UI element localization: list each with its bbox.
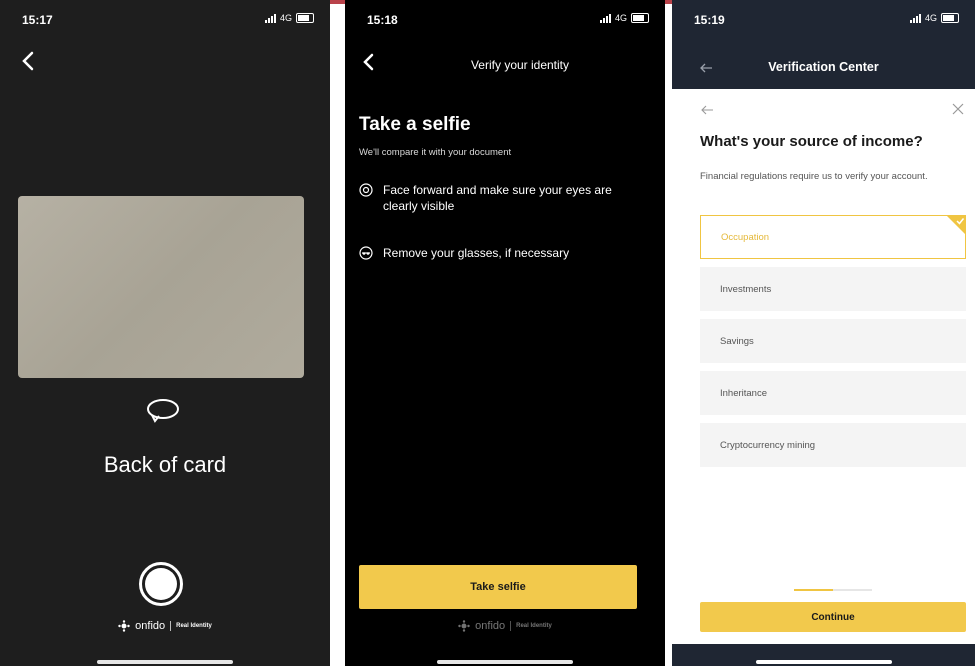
instruction-text: Remove your glasses, if necessary xyxy=(383,246,570,260)
phone-screen-take-selfie: 15:18 4G Verify your identity Take a sel… xyxy=(345,0,665,666)
status-time: 15:19 xyxy=(694,13,725,27)
camera-shutter-button[interactable] xyxy=(139,562,183,606)
onfido-logo-icon xyxy=(118,620,130,632)
branding-divider xyxy=(510,621,512,631)
question-title: What's your source of income? xyxy=(700,133,923,150)
status-bar: 15:17 4G xyxy=(0,0,330,32)
option-label: Occupation xyxy=(721,231,770,243)
continue-button[interactable]: Continue xyxy=(700,602,966,632)
onfido-branding: onfido Real Identity xyxy=(0,620,330,632)
option-label: Cryptocurrency mining xyxy=(720,439,816,451)
onfido-branding: onfido Real Identity xyxy=(345,620,665,632)
onfido-name: onfido xyxy=(135,620,166,632)
bottom-bar xyxy=(672,644,975,666)
face-icon xyxy=(359,183,373,197)
option-cryptocurrency-mining[interactable]: Cryptocurrency mining xyxy=(700,423,966,467)
home-indicator xyxy=(97,660,233,664)
navigation-bar: 15:19 4G Verification Center xyxy=(672,0,975,89)
page-title: Take a selfie xyxy=(359,114,471,135)
status-time: 15:18 xyxy=(367,13,398,27)
phone-screen-source-of-income: 15:19 4G Verification Center What's your… xyxy=(672,0,975,666)
option-savings[interactable]: Savings xyxy=(700,319,966,363)
home-indicator xyxy=(437,660,573,664)
instruction-item: Face forward and make sure your eyes are… xyxy=(359,182,649,214)
header-title: Verification Center xyxy=(768,60,879,74)
arrow-left-icon[interactable] xyxy=(700,104,714,116)
network-label: 4G xyxy=(279,13,292,23)
instruction-text: Face forward and make sure your eyes are… xyxy=(383,183,612,213)
option-label: Investments xyxy=(720,283,772,295)
option-occupation[interactable]: Occupation xyxy=(700,215,966,259)
battery-icon xyxy=(941,13,959,23)
branding-divider xyxy=(170,621,172,631)
page-subtitle: We'll compare it with your document xyxy=(359,147,512,158)
phone-screen-back-of-card: 15:17 4G Back of card onfido Real Identi… xyxy=(0,0,330,666)
option-label: Savings xyxy=(720,335,754,347)
option-label: Inheritance xyxy=(720,387,768,399)
onfido-tagline: Real Identity xyxy=(516,623,552,629)
network-status: 4G xyxy=(599,13,649,23)
signal-icon xyxy=(599,13,611,23)
network-status: 4G xyxy=(909,13,959,23)
signal-icon xyxy=(264,13,276,23)
onfido-tagline: Real Identity xyxy=(176,623,212,629)
onfido-logo-icon xyxy=(458,620,470,632)
progress-fill xyxy=(794,589,833,591)
home-indicator xyxy=(755,660,892,664)
status-bar: 15:19 4G xyxy=(672,0,975,32)
card-preview xyxy=(18,196,304,378)
onfido-name: onfido xyxy=(475,620,506,632)
network-label: 4G xyxy=(924,13,937,23)
instruction-item: Remove your glasses, if necessary xyxy=(359,245,649,261)
option-investments[interactable]: Investments xyxy=(700,267,966,311)
status-time: 15:17 xyxy=(22,13,53,27)
rotate-icon xyxy=(147,399,179,423)
glasses-icon xyxy=(359,246,373,260)
battery-icon xyxy=(296,13,314,23)
signal-icon xyxy=(909,13,921,23)
check-badge-icon xyxy=(946,215,966,235)
screen-title: Back of card xyxy=(103,452,227,477)
header-title: Verify your identity xyxy=(470,58,570,72)
option-inheritance[interactable]: Inheritance xyxy=(700,371,966,415)
network-label: 4G xyxy=(614,13,627,23)
chevron-left-icon[interactable] xyxy=(18,50,40,72)
close-icon[interactable] xyxy=(951,102,965,116)
question-description: Financial regulations require us to veri… xyxy=(700,171,928,182)
battery-icon xyxy=(631,13,649,23)
status-bar: 15:18 4G xyxy=(345,0,665,32)
take-selfie-button[interactable]: Take selfie xyxy=(359,565,637,609)
step-progress-bar xyxy=(794,589,872,591)
network-status: 4G xyxy=(264,13,314,23)
